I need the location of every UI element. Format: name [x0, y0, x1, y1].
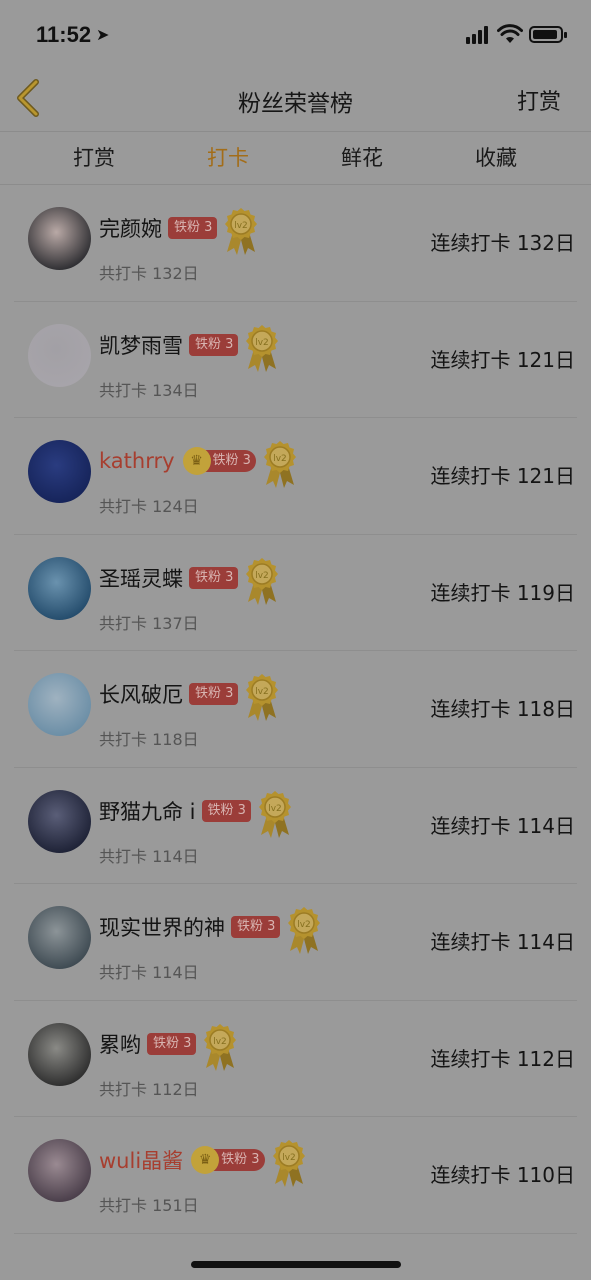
total-checkins: 共打卡 118日: [99, 730, 199, 749]
user-name: 凯梦雨雪: [99, 333, 183, 358]
streak-count: 连续打卡 119日: [430, 580, 575, 605]
avatar[interactable]: [28, 440, 91, 503]
total-checkins: 共打卡 151日: [99, 1196, 199, 1215]
status-bar: 11:52 ➤: [0, 0, 591, 66]
reward-button[interactable]: 打赏: [517, 84, 561, 116]
avatar[interactable]: [28, 1139, 91, 1202]
total-checkins: 共打卡 137日: [99, 613, 199, 633]
fan-level-badge: 铁粉 3: [231, 916, 281, 938]
medal-icon: [244, 672, 280, 722]
medal-icon: [286, 905, 322, 955]
fan-level-badge: 铁粉 3: [201, 799, 251, 822]
crown-icon: ♛: [182, 447, 211, 475]
list-item[interactable]: 圣瑶灵蝶 铁粉 3 共打卡 137日 连续打卡 119日: [14, 535, 577, 651]
avatar[interactable]: [28, 789, 91, 853]
list-item[interactable]: 凯梦雨雪 铁粉 3 共打卡 134日 连续打卡 121日: [14, 302, 577, 418]
status-time: 11:52: [36, 22, 92, 47]
medal-icon: [271, 1138, 307, 1188]
avatar[interactable]: [28, 207, 91, 270]
tab-checkin[interactable]: 打卡: [161, 132, 295, 184]
crown-icon: ♛: [191, 1146, 220, 1174]
nav-bar: 粉丝荣誉榜 打赏: [0, 66, 591, 130]
medal-icon: [262, 439, 298, 489]
wifi-icon: [497, 24, 523, 43]
list-item[interactable]: 完颜婉 铁粉 3 共打卡 132日 连续打卡 132日: [14, 185, 577, 302]
user-name: 完颜婉: [99, 217, 162, 241]
fan-ranking-list: 完颜婉 铁粉 3 共打卡 132日 连续打卡 132日 凯梦雨雪 铁粉 3 共打…: [0, 185, 591, 1234]
list-item[interactable]: wuli晶酱 ♛ 铁粉 3 共打卡 151日 连续打卡 110日: [14, 1117, 577, 1234]
total-checkins: 共打卡 134日: [99, 380, 199, 400]
fan-level-badge: 铁粉 3: [189, 683, 239, 705]
user-name: wuli晶酱: [99, 1149, 184, 1173]
streak-count: 连续打卡 114日: [430, 813, 575, 838]
fan-level-badge: 铁粉 3: [168, 217, 218, 239]
fan-level-badge: 铁粉 3: [147, 1032, 197, 1055]
medal-icon: [244, 323, 280, 373]
user-name: 长风破厄: [99, 683, 183, 707]
streak-count: 连续打卡 132日: [430, 231, 575, 255]
medal-icon: [202, 1022, 238, 1072]
tab-reward[interactable]: 打赏: [27, 132, 161, 184]
user-name: kathrry: [99, 449, 175, 473]
avatar[interactable]: [28, 906, 91, 969]
list-item[interactable]: kathrry ♛ 铁粉 3 共打卡 124日 连续打卡 121日: [14, 418, 577, 535]
tab-favorites[interactable]: 收藏: [429, 132, 563, 184]
total-checkins: 共打卡 112日: [99, 1079, 199, 1099]
streak-count: 连续打卡 121日: [430, 464, 575, 488]
battery-icon: [529, 26, 567, 43]
streak-count: 连续打卡 121日: [430, 347, 575, 372]
list-item[interactable]: 现实世界的神 铁粉 3 共打卡 114日 连续打卡 114日: [14, 884, 577, 1001]
streak-count: 连续打卡 118日: [430, 697, 575, 721]
user-name: 圣瑶灵蝶: [99, 566, 183, 591]
list-item[interactable]: 累哟 铁粉 3 共打卡 112日 连续打卡 112日: [14, 1001, 577, 1117]
medal-icon: [244, 556, 280, 606]
tab-bar: 打赏 打卡 鲜花 收藏: [0, 132, 591, 184]
user-name: 野猫九命 i: [99, 799, 196, 824]
fan-level-badge: 铁粉 3: [189, 566, 239, 589]
avatar[interactable]: [28, 323, 91, 387]
list-item[interactable]: 野猫九命 i 铁粉 3 共打卡 114日 连续打卡 114日: [14, 768, 577, 884]
home-indicator[interactable]: [191, 1261, 401, 1268]
location-arrow-icon: ➤: [96, 25, 110, 44]
streak-count: 连续打卡 110日: [430, 1163, 575, 1187]
user-name: 累哟: [99, 1032, 141, 1057]
avatar[interactable]: [28, 673, 91, 736]
total-checkins: 共打卡 114日: [99, 846, 199, 866]
avatar[interactable]: [28, 1022, 91, 1086]
user-name: 现实世界的神: [99, 916, 225, 940]
cellular-signal-icon: [466, 26, 492, 44]
total-checkins: 共打卡 132日: [99, 264, 199, 283]
medal-icon: [257, 789, 293, 839]
list-item[interactable]: 长风破厄 铁粉 3 共打卡 118日 连续打卡 118日: [14, 651, 577, 768]
streak-count: 连续打卡 114日: [430, 930, 575, 954]
page-title: 粉丝荣誉榜: [238, 91, 353, 117]
total-checkins: 共打卡 114日: [99, 963, 199, 982]
avatar[interactable]: [28, 556, 91, 620]
total-checkins: 共打卡 124日: [99, 497, 199, 516]
medal-icon: [223, 206, 259, 256]
streak-count: 连续打卡 112日: [430, 1046, 575, 1071]
fan-level-badge: 铁粉 3: [189, 333, 239, 356]
tab-flowers[interactable]: 鲜花: [295, 132, 429, 184]
